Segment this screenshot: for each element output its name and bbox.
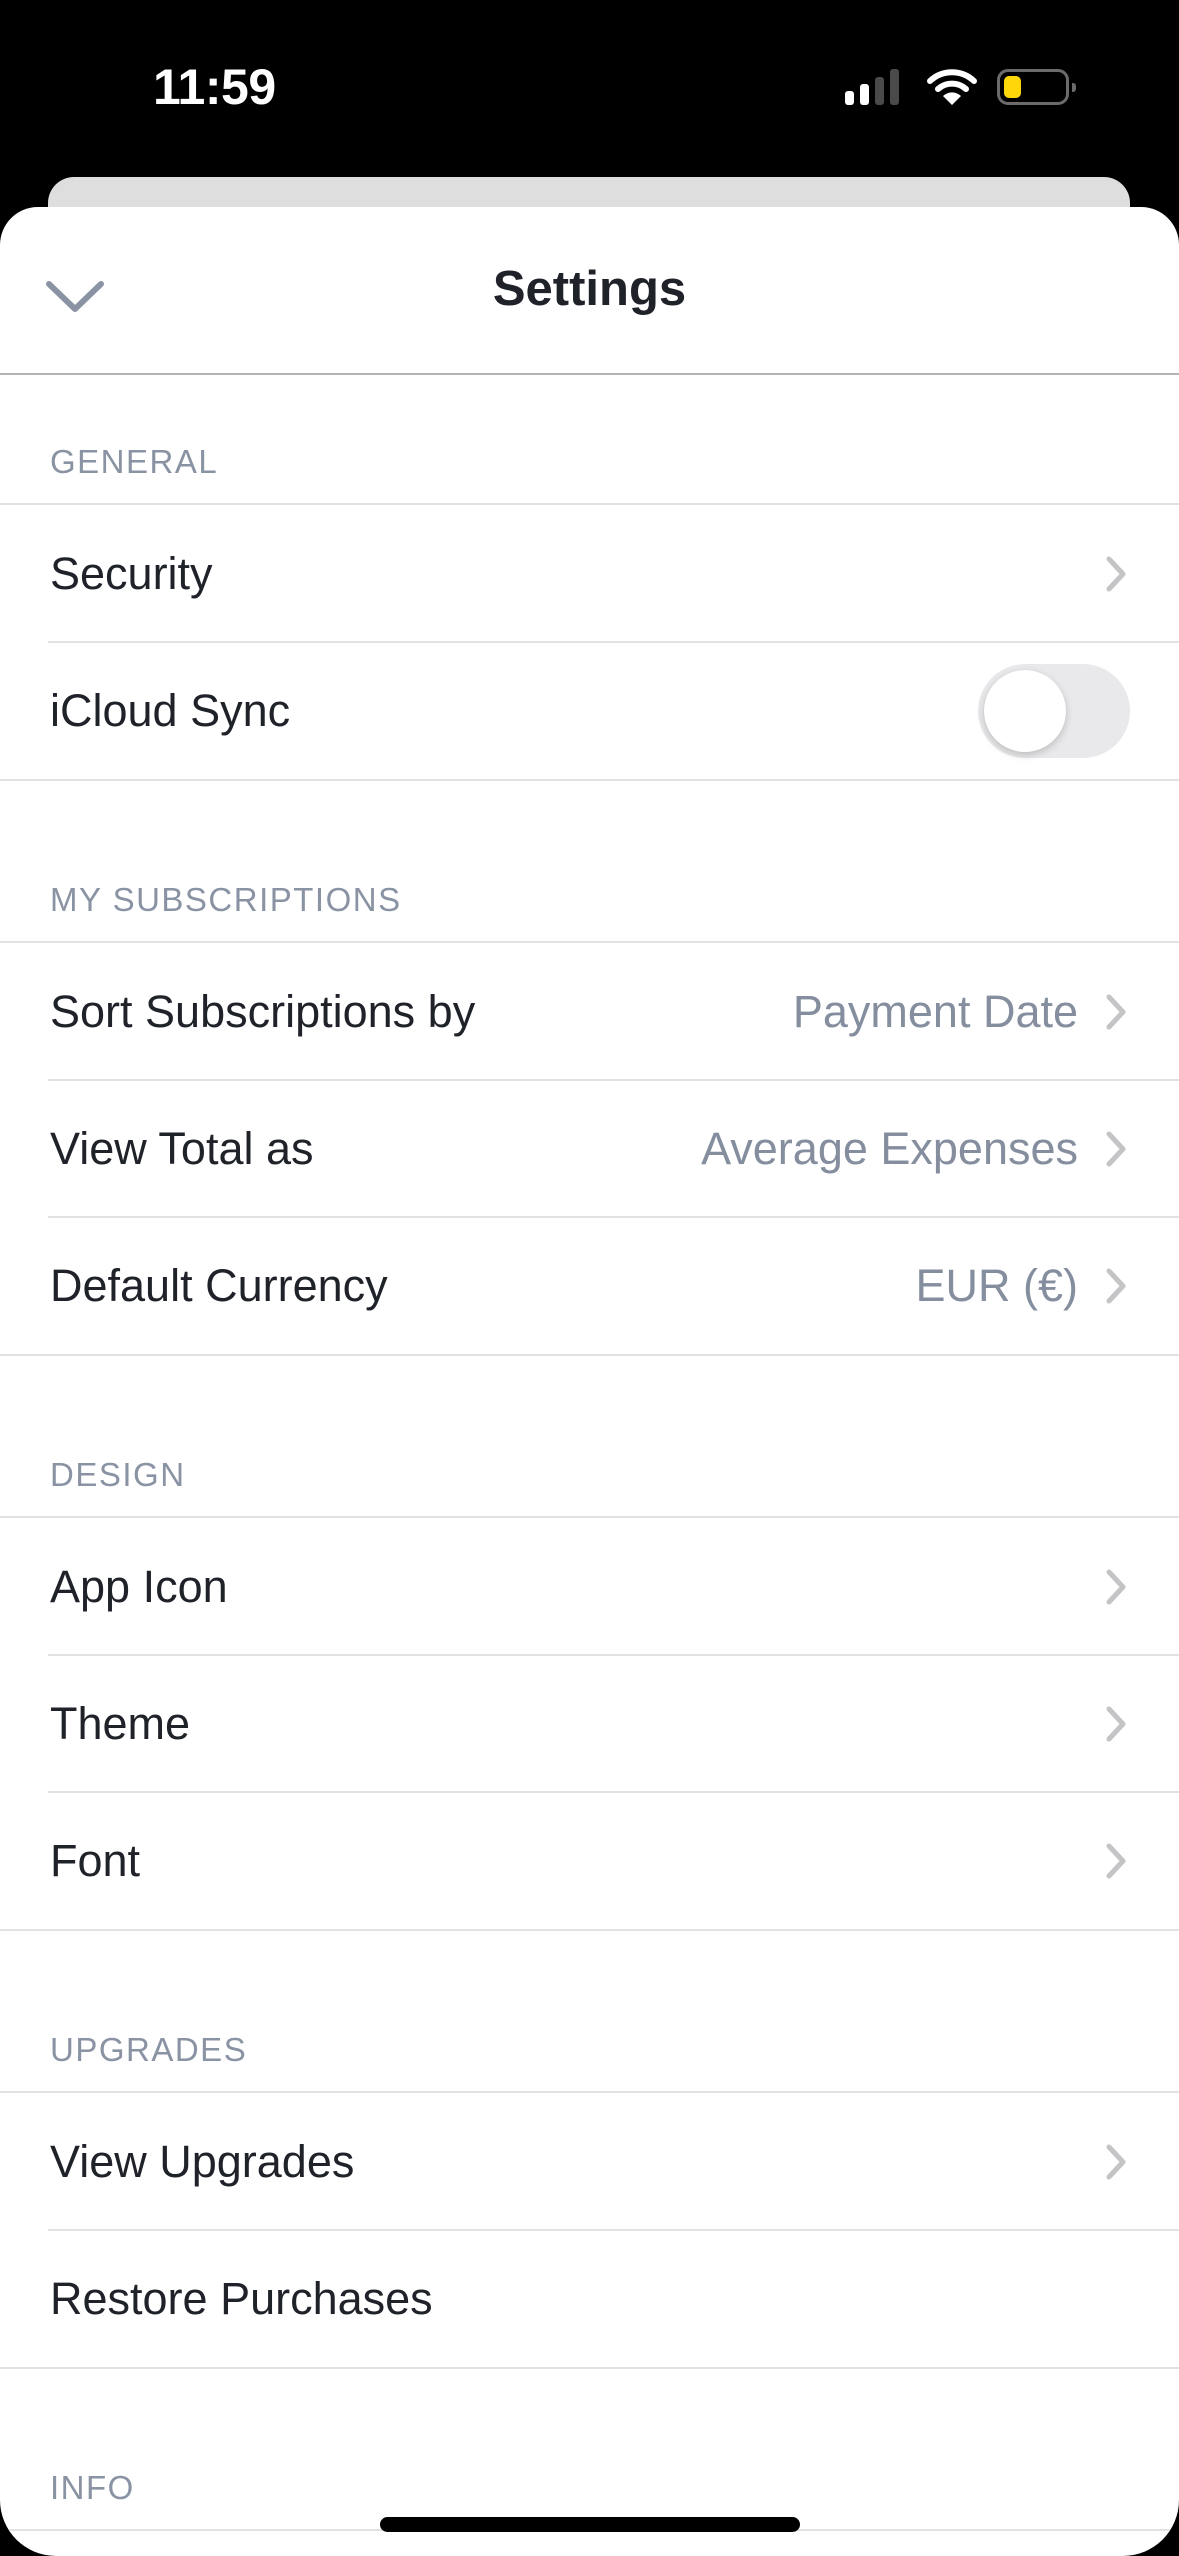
signal-bar bbox=[890, 69, 899, 105]
row-default-currency[interactable]: Default Currency EUR (€) bbox=[0, 1216, 1179, 1354]
settings-sheet: Settings GENERAL Security iCloud Sync MY SU… bbox=[0, 207, 1179, 2556]
settings-group: Security iCloud Sync bbox=[0, 505, 1179, 781]
row-label: View Upgrades bbox=[50, 2135, 355, 2187]
chevron-right-icon bbox=[1106, 1706, 1126, 1741]
row-label: Security bbox=[50, 547, 213, 599]
row-label: Default Currency bbox=[50, 1259, 388, 1311]
row-view-total-as[interactable]: View Total as Average Expenses bbox=[0, 1079, 1179, 1217]
home-indicator[interactable] bbox=[380, 2517, 800, 2532]
row-label: Sort Subscriptions by bbox=[50, 985, 476, 1037]
icloud-sync-toggle[interactable] bbox=[978, 663, 1130, 758]
row-label: Font bbox=[50, 1834, 141, 1886]
section-header-general: GENERAL bbox=[0, 375, 1179, 505]
chevron-right-icon bbox=[1106, 1843, 1126, 1878]
settings-group: App Icon Theme Font bbox=[0, 1518, 1179, 1931]
row-value: EUR (€) bbox=[915, 1259, 1078, 1311]
row-security[interactable]: Security bbox=[0, 505, 1179, 642]
chevron-right-icon bbox=[1106, 1268, 1126, 1303]
chevron-right-icon bbox=[1106, 1569, 1126, 1604]
row-label: App Icon bbox=[50, 1560, 228, 1612]
battery-icon bbox=[997, 69, 1076, 105]
toggle-knob bbox=[984, 669, 1066, 752]
row-label: Theme bbox=[50, 1697, 191, 1749]
row-restore-purchases[interactable]: Restore Purchases bbox=[0, 2229, 1179, 2367]
status-time: 11:59 bbox=[153, 59, 276, 115]
row-icloud-sync[interactable]: iCloud Sync bbox=[0, 641, 1179, 779]
battery-nub bbox=[1072, 83, 1076, 92]
settings-group: Sort Subscriptions by Payment Date View To… bbox=[0, 943, 1179, 1356]
wifi-icon bbox=[927, 69, 977, 105]
row-theme[interactable]: Theme bbox=[0, 1654, 1179, 1792]
status-icons bbox=[845, 65, 1076, 109]
signal-bar bbox=[845, 91, 854, 105]
sheet-header: Settings bbox=[0, 207, 1179, 375]
settings-group: View Upgrades Restore Purchases bbox=[0, 2093, 1179, 2369]
signal-bar bbox=[860, 84, 869, 105]
row-label: View Total as bbox=[50, 1122, 314, 1174]
settings-list: GENERAL Security iCloud Sync MY SUBSCRIPTIO… bbox=[0, 375, 1179, 2531]
row-app-icon[interactable]: App Icon bbox=[0, 1518, 1179, 1655]
cellular-signal-icon bbox=[845, 69, 899, 105]
row-label: iCloud Sync bbox=[50, 684, 291, 736]
row-label: Restore Purchases bbox=[50, 2272, 433, 2324]
section-header-info: INFO bbox=[0, 2401, 1179, 2531]
row-value: Payment Date bbox=[792, 985, 1078, 1037]
chevron-right-icon bbox=[1106, 1131, 1126, 1166]
chevron-right-icon bbox=[1106, 556, 1126, 591]
row-view-upgrades[interactable]: View Upgrades bbox=[0, 2093, 1179, 2230]
battery-fill bbox=[1004, 76, 1021, 98]
row-sort-subscriptions-by[interactable]: Sort Subscriptions by Payment Date bbox=[0, 943, 1179, 1080]
page-title: Settings bbox=[492, 262, 687, 316]
section-header-design: DESIGN bbox=[0, 1388, 1179, 1518]
section-header-upgrades: UPGRADES bbox=[0, 1963, 1179, 2093]
row-value: Average Expenses bbox=[701, 1122, 1078, 1174]
signal-bar bbox=[875, 77, 884, 105]
chevron-right-icon bbox=[1106, 2144, 1126, 2179]
section-header-my-subscriptions: MY SUBSCRIPTIONS bbox=[0, 813, 1179, 943]
row-font[interactable]: Font bbox=[0, 1791, 1179, 1929]
chevron-right-icon bbox=[1106, 994, 1126, 1029]
